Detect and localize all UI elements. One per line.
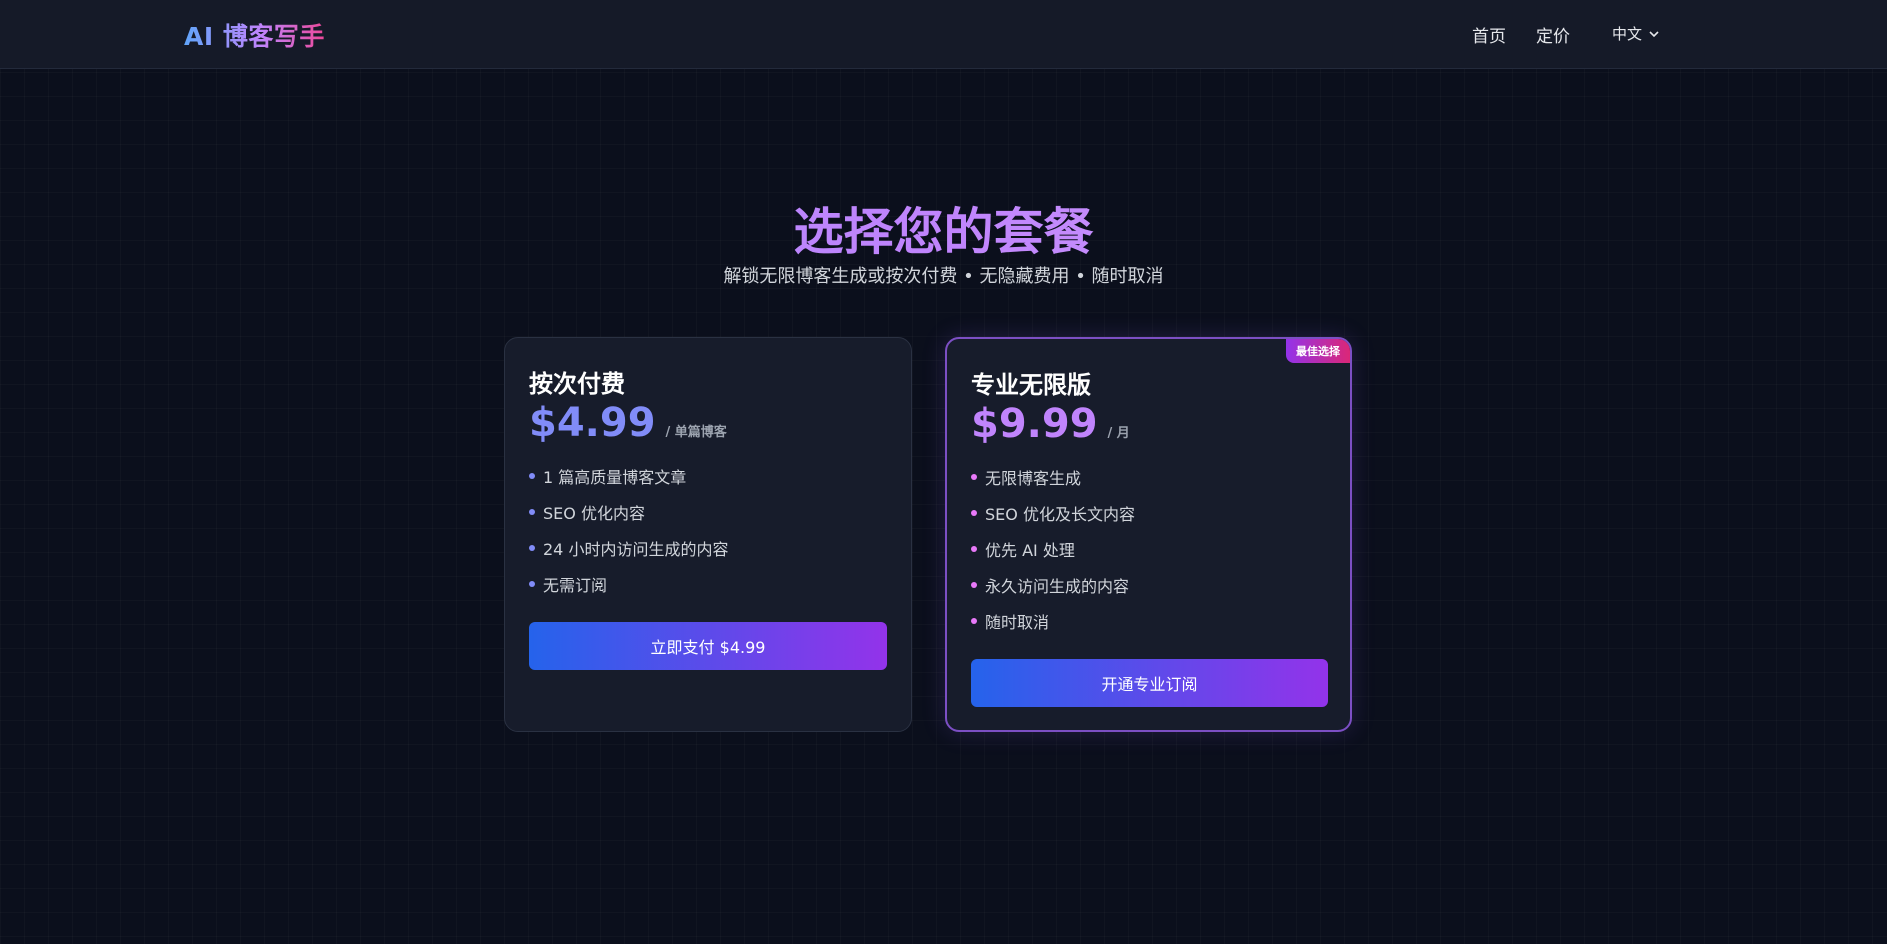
feature-item: 无需订阅	[529, 566, 728, 602]
dot-icon	[529, 581, 535, 587]
chevron-down-icon	[1649, 30, 1659, 37]
feature-item: 24 小时内访问生成的内容	[529, 530, 728, 566]
nav-pricing-link[interactable]: 定价	[1536, 22, 1570, 47]
plan-price: $9.99	[971, 401, 1098, 447]
plan-period: / 单篇博客	[665, 425, 727, 440]
language-selector[interactable]: 中文	[1612, 23, 1660, 44]
plan-name: 按次付费	[529, 370, 625, 398]
feature-list: 1 篇高质量博客文章 SEO 优化内容 24 小时内访问生成的内容 无需订阅	[529, 458, 728, 602]
plan-period: / 月	[1107, 426, 1130, 441]
page-title: 选择您的套餐	[0, 192, 1887, 264]
dot-icon	[529, 473, 535, 479]
dot-icon	[971, 582, 977, 588]
dot-icon	[971, 474, 977, 480]
price-row: $4.99 / 单篇博客	[529, 400, 727, 446]
plan-name: 专业无限版	[971, 371, 1091, 399]
feature-list: 无限博客生成 SEO 优化及长文内容 优先 AI 处理 永久访问生成的内容 随时…	[971, 459, 1135, 639]
nav-home-link[interactable]: 首页	[1472, 22, 1506, 47]
feature-item: 随时取消	[971, 603, 1135, 639]
dot-icon	[971, 510, 977, 516]
feature-item: 无限博客生成	[971, 459, 1135, 495]
feature-item: 1 篇高质量博客文章	[529, 458, 728, 494]
feature-item: 永久访问生成的内容	[971, 567, 1135, 603]
top-navbar: AI 博客写手 首页 定价 中文	[0, 0, 1887, 69]
brand-logo[interactable]: AI 博客写手	[184, 17, 325, 53]
language-label: 中文	[1612, 25, 1643, 43]
pay-now-button[interactable]: 立即支付 $4.99	[529, 622, 887, 670]
plan-card-pay-per-use: 按次付费 $4.99 / 单篇博客 1 篇高质量博客文章 SEO 优化内容 24…	[504, 337, 912, 732]
feature-item: SEO 优化内容	[529, 494, 728, 530]
plan-price: $4.99	[529, 400, 656, 446]
dot-icon	[529, 545, 535, 551]
dot-icon	[971, 618, 977, 624]
best-choice-badge: 最佳选择	[1286, 339, 1350, 363]
page-subtitle: 解锁无限博客生成或按次付费 • 无隐藏费用 • 随时取消	[723, 266, 1164, 287]
price-row: $9.99 / 月	[971, 401, 1130, 447]
dot-icon	[529, 509, 535, 515]
feature-item: 优先 AI 处理	[971, 531, 1135, 567]
dot-icon	[971, 546, 977, 552]
feature-item: SEO 优化及长文内容	[971, 495, 1135, 531]
plan-card-pro-unlimited: 最佳选择 专业无限版 $9.99 / 月 无限博客生成 SEO 优化及长文内容 …	[945, 337, 1352, 732]
subscribe-pro-button[interactable]: 开通专业订阅	[971, 659, 1328, 707]
